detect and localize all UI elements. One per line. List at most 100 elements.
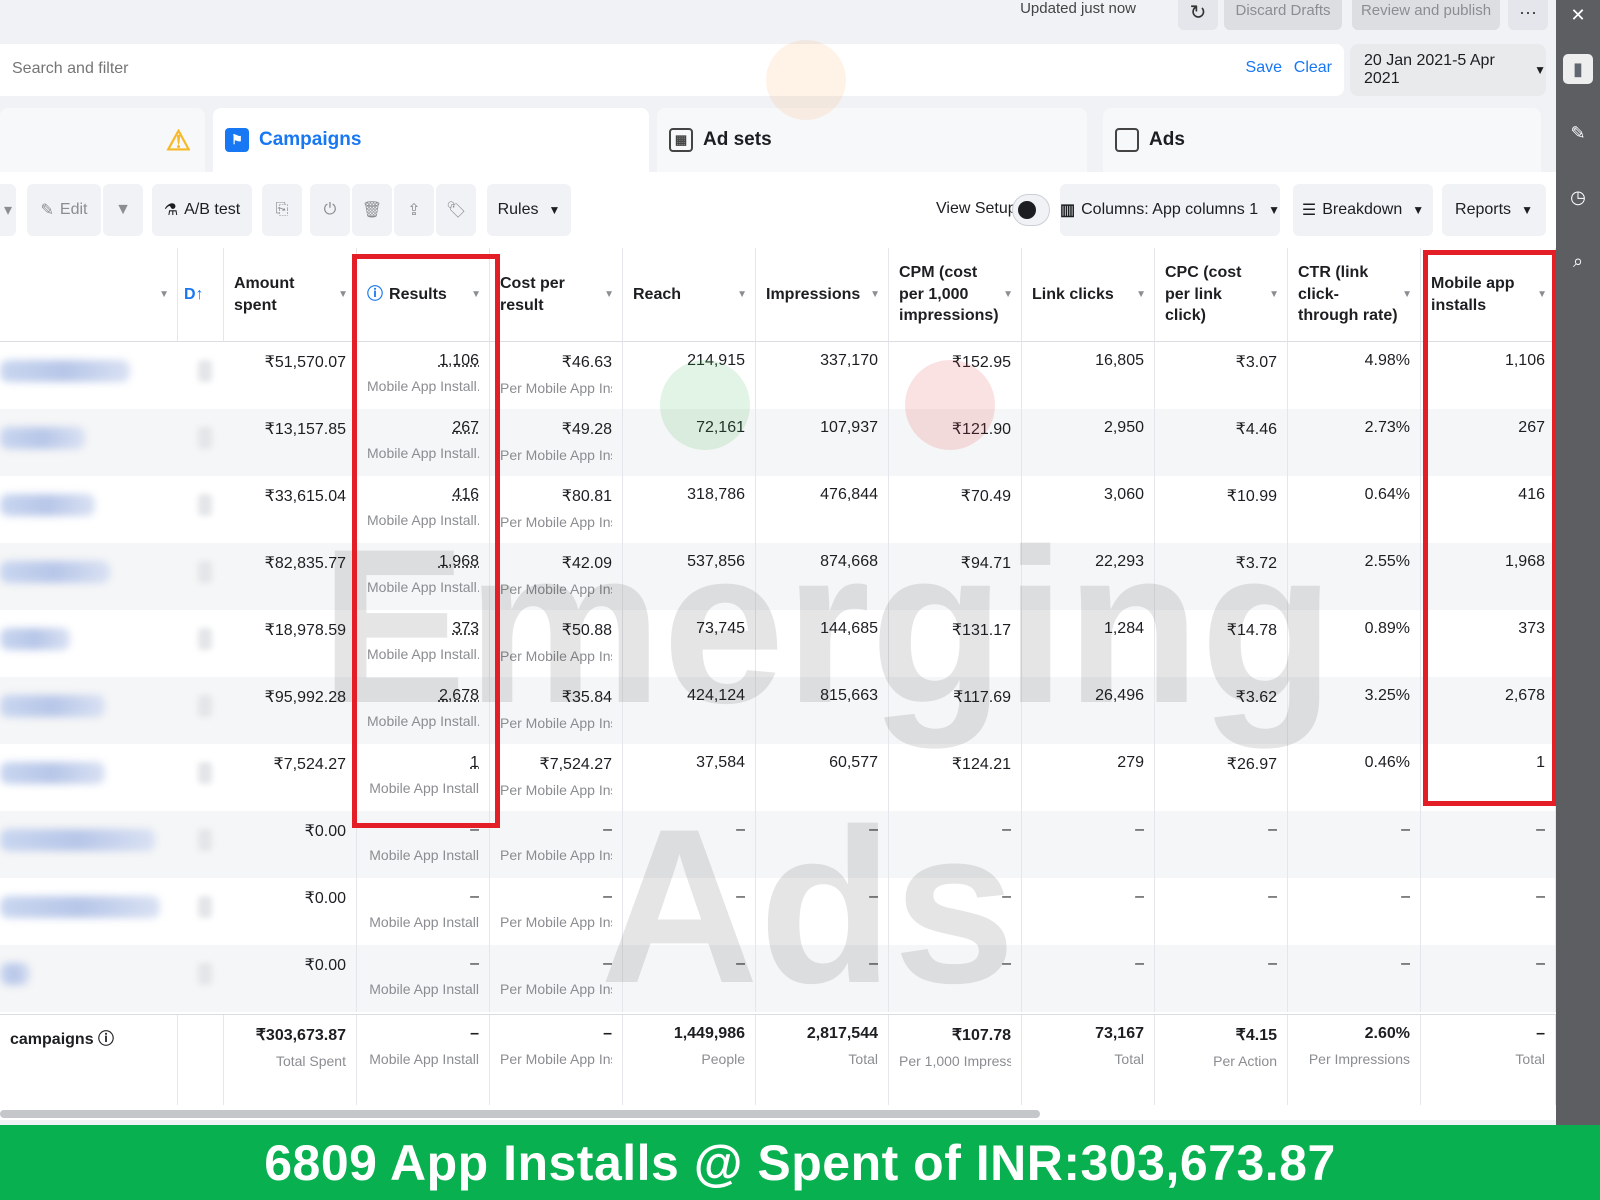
table-row[interactable]: ₹95,992.28 2,678 Mobile App Install... ₹35.…: [0, 677, 1556, 744]
link-clicks-cell-value: 2,950: [1103, 419, 1144, 436]
link-clicks-cell-value: 22,293: [1095, 553, 1144, 570]
campaign-name-cell[interactable]: [0, 677, 230, 744]
review-publish-button[interactable]: Review and publish: [1352, 0, 1500, 30]
refresh-icon[interactable]: ↻: [1178, 0, 1218, 30]
columns-button[interactable]: ▥ Columns: App columns 1 ▼: [1060, 184, 1280, 236]
ctr-cell-value: –: [1401, 888, 1410, 905]
search-input[interactable]: [12, 60, 612, 78]
results-cell-value[interactable]: 1,968: [367, 553, 479, 571]
ab-test-button[interactable]: ⚗ A/B test: [152, 184, 252, 236]
cost-per-result-header[interactable]: Cost per result ▼: [490, 248, 623, 342]
results-cell-value[interactable]: 1: [367, 754, 479, 772]
cpm-header[interactable]: CPM (cost per 1,000 impressions) ▼: [889, 248, 1022, 342]
results-cell-value[interactable]: 267: [367, 419, 479, 437]
pencil-icon: ✎: [40, 202, 54, 219]
mobile-installs-header[interactable]: Mobile app installs ▼: [1421, 248, 1556, 342]
cpc-cell-value: ₹10.99: [1226, 488, 1277, 505]
horizontal-scrollbar[interactable]: [0, 1110, 1040, 1118]
results-cell-value[interactable]: 2,678: [367, 687, 479, 705]
table-row[interactable]: ₹7,524.27 1 Mobile App Install ₹7,524.27 Per…: [0, 744, 1556, 811]
table-row[interactable]: ₹0.00 – Mobile App Install – Per Mobile App …: [0, 945, 1556, 1012]
results-cell-value[interactable]: –: [367, 821, 479, 839]
tag-icon[interactable]: 🏷: [436, 184, 476, 236]
campaign-name-cell[interactable]: [0, 878, 230, 945]
table-row[interactable]: ₹51,570.07 1,106 Mobile App Install... ₹46.…: [0, 342, 1556, 409]
amount-spent-header[interactable]: Amount spent ▼: [224, 248, 357, 342]
delivery-column-header[interactable]: D↑: [178, 248, 224, 342]
link-clicks-header[interactable]: Link clicks ▼: [1022, 248, 1155, 342]
breakdown-button[interactable]: ☰ Breakdown ▼: [1293, 184, 1433, 236]
cpm-cell-value: ₹121.90: [951, 421, 1011, 438]
campaign-name-cell[interactable]: [0, 543, 230, 610]
cpc-cell-value: ₹26.97: [1226, 756, 1277, 773]
cpc-cell-value: ₹3.72: [1235, 555, 1277, 572]
create-dropdown-button[interactable]: ▾: [0, 184, 16, 236]
results-cell: 1 Mobile App Install: [357, 744, 490, 811]
ctr-cell-value: 2.73%: [1364, 419, 1410, 436]
results-cell-value[interactable]: 1,106: [367, 352, 479, 370]
rules-button[interactable]: Rules ▼: [487, 184, 571, 236]
results-cell-value[interactable]: 416: [367, 486, 479, 504]
table-row[interactable]: ₹13,157.85 267 Mobile App Install... ₹49.28…: [0, 409, 1556, 476]
tab-campaigns[interactable]: ⚑ Campaigns: [213, 108, 649, 172]
reach-header[interactable]: Reach ▼: [623, 248, 756, 342]
duplicate-icon[interactable]: ⎘: [262, 184, 302, 236]
cpm-cell: ₹94.71: [889, 543, 1022, 610]
power-icon[interactable]: ⏻: [310, 184, 350, 236]
cpm-cell-value: –: [1002, 955, 1011, 972]
campaign-name-cell[interactable]: [0, 342, 230, 409]
table-row[interactable]: ₹82,835.77 1,968 Mobile App Install... ₹42.…: [0, 543, 1556, 610]
tab-ads[interactable]: Ads: [1103, 108, 1541, 172]
edit-button[interactable]: ✎ Edit: [27, 184, 101, 236]
table-row[interactable]: ₹0.00 – Mobile App Install – Per Mobile App …: [0, 878, 1556, 945]
discard-drafts-button[interactable]: Discard Drafts: [1224, 0, 1342, 30]
close-icon[interactable]: ✕: [1563, 0, 1593, 30]
tab-ad-sets[interactable]: ▦ Ad sets: [657, 108, 1087, 172]
magnify-icon[interactable]: ⌕: [1563, 246, 1593, 276]
results-header[interactable]: ⓘ Results ▼: [357, 248, 490, 342]
cost-per-result-cell-value: –: [603, 821, 612, 838]
mobile-installs-cell-value: 2,678: [1504, 687, 1545, 704]
impressions-cell-value: –: [869, 821, 878, 838]
bar-chart-icon[interactable]: ▮: [1563, 54, 1593, 84]
pencil-icon[interactable]: ✎: [1563, 118, 1593, 148]
reports-button[interactable]: Reports ▼: [1442, 184, 1546, 236]
table-row[interactable]: ₹18,978.59 373 Mobile App Install... ₹50.88…: [0, 610, 1556, 677]
campaign-name-cell[interactable]: [0, 409, 230, 476]
save-filter-link[interactable]: Save: [1246, 59, 1282, 77]
clock-icon[interactable]: ◷: [1563, 182, 1593, 212]
results-cell-value[interactable]: 373: [367, 620, 479, 638]
edit-dropdown-button[interactable]: ▼: [103, 184, 143, 236]
export-icon[interactable]: ⇪: [394, 184, 434, 236]
more-options-button[interactable]: ···: [1508, 0, 1548, 30]
clear-filter-link[interactable]: Clear: [1294, 59, 1332, 77]
impressions-header[interactable]: Impressions ▼: [756, 248, 889, 342]
table-row[interactable]: ₹0.00 – Mobile App Install – Per Mobile App …: [0, 811, 1556, 878]
link-clicks-cell-value: 3,060: [1103, 486, 1144, 503]
cpc-header[interactable]: CPC (cost per link click) ▼: [1155, 248, 1288, 342]
redacted-campaign-name: [0, 896, 160, 918]
ctr-header[interactable]: CTR (link click-through rate) ▼: [1288, 248, 1421, 342]
cost-per-result-cell-value: ₹46.63: [561, 354, 612, 371]
campaign-name-cell[interactable]: [0, 610, 230, 677]
campaign-name-cell[interactable]: [0, 811, 230, 878]
cost-per-result-cell-subtext: Per Mobile App Ins...: [500, 447, 612, 463]
campaign-name-cell[interactable]: [0, 744, 230, 811]
trash-icon[interactable]: 🗑: [352, 184, 392, 236]
campaign-name-cell[interactable]: [0, 945, 230, 1012]
tab-label: Ads: [1149, 129, 1185, 150]
view-setup-toggle[interactable]: [1012, 194, 1050, 226]
redacted-campaign-name: [0, 829, 155, 851]
cpm-cell-value: ₹131.17: [951, 622, 1011, 639]
tab-account-warning[interactable]: ⚠: [0, 108, 205, 172]
results-cell-value[interactable]: –: [367, 955, 479, 973]
table-row[interactable]: ₹33,615.04 416 Mobile App Install... ₹80.81…: [0, 476, 1556, 543]
total-spent: ₹303,673.87 Total Spent: [224, 1015, 357, 1105]
amount-spent-cell: ₹0.00: [224, 878, 357, 945]
name-column-header[interactable]: ▼: [0, 248, 178, 342]
date-range-picker[interactable]: 20 Jan 2021-5 Apr 2021 ▼: [1350, 44, 1546, 96]
reach-cell-value: 424,124: [687, 687, 745, 704]
campaign-name-cell[interactable]: [0, 476, 230, 543]
results-cell-value[interactable]: –: [367, 888, 479, 906]
cpc-cell: ₹3.72: [1155, 543, 1288, 610]
